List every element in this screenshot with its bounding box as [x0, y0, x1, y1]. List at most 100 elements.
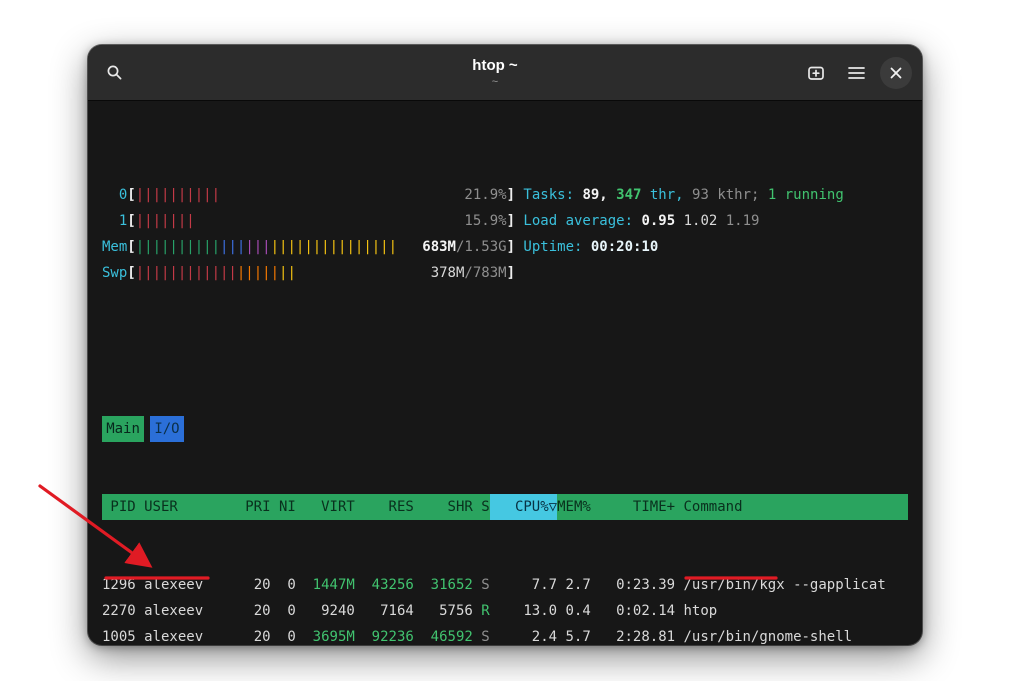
meter-label: 0	[102, 182, 127, 208]
terminal-content: 0[||||||||||21.9%]1[|||||||15.9%]Mem[|||…	[88, 101, 922, 645]
window-title-area: htop ~ ~	[208, 45, 782, 100]
column-header-time[interactable]: TIME+	[591, 494, 675, 520]
cell-virt: 9240	[296, 598, 355, 624]
cell-shr: 46592	[414, 624, 473, 645]
meter-value-part: /1.53G	[456, 239, 507, 255]
sysinfo-part: Tasks:	[523, 187, 582, 203]
close-button[interactable]	[880, 57, 912, 89]
meter-bar-segment: ||||||||||	[136, 187, 220, 203]
sysinfo-part: Uptime:	[523, 239, 590, 255]
cell-s: S	[473, 572, 490, 598]
meter-bracket: [	[127, 234, 135, 260]
meter-bracket: [	[127, 260, 135, 286]
cell-pid: 2270	[102, 598, 136, 624]
cell-virt: 3695M	[296, 624, 355, 645]
meter-body: |||||||||||||||||||378M/783M	[136, 260, 507, 286]
sysinfo-part: 347	[616, 187, 650, 203]
sysinfo-part: 1 running	[768, 187, 844, 203]
cell-user: alexeev	[136, 624, 237, 645]
meter-mem: Mem[|||||||||||||||||||||||||||||||683M/…	[102, 234, 515, 260]
meter-body: |||||||||| 21.9%	[136, 182, 507, 208]
column-header-s[interactable]: S	[473, 494, 490, 520]
process-row-1005[interactable]: 1005alexeev2003695M9223646592S2.45.72:28…	[102, 624, 908, 645]
column-header-cmd[interactable]: Command	[675, 494, 908, 520]
search-button[interactable]	[98, 57, 130, 89]
system-info: Tasks: 89, 347 thr, 93 kthr; 1 running Lo…	[515, 182, 844, 286]
meter-value-part: 15.9%	[464, 213, 506, 229]
sysinfo-tasks: Tasks: 89, 347 thr, 93 kthr; 1 running	[523, 182, 843, 208]
cell-cmd: htop	[675, 598, 908, 624]
meter-swp: Swp[|||||||||||||||||||378M/783M]	[102, 260, 515, 286]
sysinfo-part: thr,	[650, 187, 692, 203]
titlebar-controls	[800, 57, 912, 89]
close-icon	[890, 67, 902, 79]
cell-cpu: 2.4	[490, 624, 557, 645]
column-header-ni[interactable]: NI	[271, 494, 296, 520]
cpu-memory-meters: 0[||||||||||21.9%]1[|||||||15.9%]Mem[|||…	[102, 182, 515, 286]
sysinfo-part: Load average:	[523, 213, 641, 229]
column-header-pid[interactable]: PID	[102, 494, 136, 520]
screen-tabs: MainI/O	[102, 416, 908, 442]
meter-bar-segment: |||||	[237, 265, 279, 281]
meter-bar-segment: ||||||||||||	[136, 265, 237, 281]
cell-res: 7164	[355, 598, 414, 624]
meter-label: Mem	[102, 234, 127, 260]
menu-button[interactable]	[840, 57, 872, 89]
cell-pri: 20	[237, 624, 271, 645]
cell-ni: 0	[271, 572, 296, 598]
meter-body: |||||||15.9%	[136, 208, 507, 234]
process-table: 1296alexeev2001447M4325631652S7.72.70:23…	[102, 572, 908, 645]
sysinfo-part: 0.95	[641, 213, 683, 229]
meter-value-part: 21.9%	[464, 187, 506, 203]
cell-time: 2:28.81	[591, 624, 675, 645]
column-header-pri[interactable]: PRI	[237, 494, 271, 520]
cell-ni: 0	[271, 624, 296, 645]
meter-bar-segment: ||||||||||	[136, 239, 220, 255]
meter-bar-segment: |||	[245, 239, 270, 255]
column-header-cpu[interactable]: CPU%▽	[490, 494, 557, 520]
cell-mem: 0.4	[557, 598, 591, 624]
meter-value-part: 378M	[431, 265, 465, 281]
cell-pri: 20	[237, 598, 271, 624]
column-header-shr[interactable]: SHR	[414, 494, 473, 520]
cell-user: alexeev	[136, 572, 237, 598]
cell-ni: 0	[271, 598, 296, 624]
cell-cpu: 7.7	[490, 572, 557, 598]
process-table-header: PIDUSERPRINIVIRTRESSHRSCPU%▽MEM%TIME+Com…	[102, 494, 908, 520]
meter-value: 21.9%	[464, 182, 506, 208]
meter-label: 1	[102, 208, 127, 234]
cell-pri: 20	[237, 572, 271, 598]
sysinfo-part: 00:20:10	[591, 239, 658, 255]
column-header-virt[interactable]: VIRT	[296, 494, 355, 520]
terminal-window: htop ~ ~	[88, 45, 922, 645]
new-tab-icon	[807, 64, 825, 82]
sysinfo-part: 1.19	[726, 213, 760, 229]
process-row-2270[interactable]: 2270alexeev200924071645756R13.00.40:02.1…	[102, 598, 908, 624]
meter-body: |||||||||||||||||||||||||||||||683M/1.53…	[136, 234, 507, 260]
cell-res: 43256	[355, 572, 414, 598]
tab-i-o[interactable]: I/O	[150, 416, 184, 442]
meter-value: 378M/783M	[431, 260, 507, 286]
new-tab-button[interactable]	[800, 57, 832, 89]
tab-main[interactable]: Main	[102, 416, 144, 442]
column-header-user[interactable]: USER	[136, 494, 237, 520]
sysinfo-part: 1.02	[684, 213, 726, 229]
meter-bar-segment: ||	[279, 265, 296, 281]
meter-cpu0: 0[||||||||||21.9%]	[102, 182, 515, 208]
column-header-mem[interactable]: MEM%	[557, 494, 591, 520]
meter-bars: ||||||||||	[136, 182, 220, 208]
meter-bracket: ]	[507, 234, 515, 260]
cell-pid: 1296	[102, 572, 136, 598]
meter-cpu1: 1[|||||||15.9%]	[102, 208, 515, 234]
cell-shr: 31652	[414, 572, 473, 598]
cell-s: R	[473, 598, 490, 624]
meter-value: 15.9%	[464, 208, 506, 234]
process-row-1296[interactable]: 1296alexeev2001447M4325631652S7.72.70:23…	[102, 572, 908, 598]
cell-time: 0:23.39	[591, 572, 675, 598]
meter-bars: |||||||||||||||||||||||||||||||	[136, 234, 397, 260]
cell-s: S	[473, 624, 490, 645]
cell-virt: 1447M	[296, 572, 355, 598]
cell-mem: 2.7	[557, 572, 591, 598]
column-header-res[interactable]: RES	[355, 494, 414, 520]
sysinfo-uptime: Uptime: 00:20:10	[523, 234, 843, 260]
